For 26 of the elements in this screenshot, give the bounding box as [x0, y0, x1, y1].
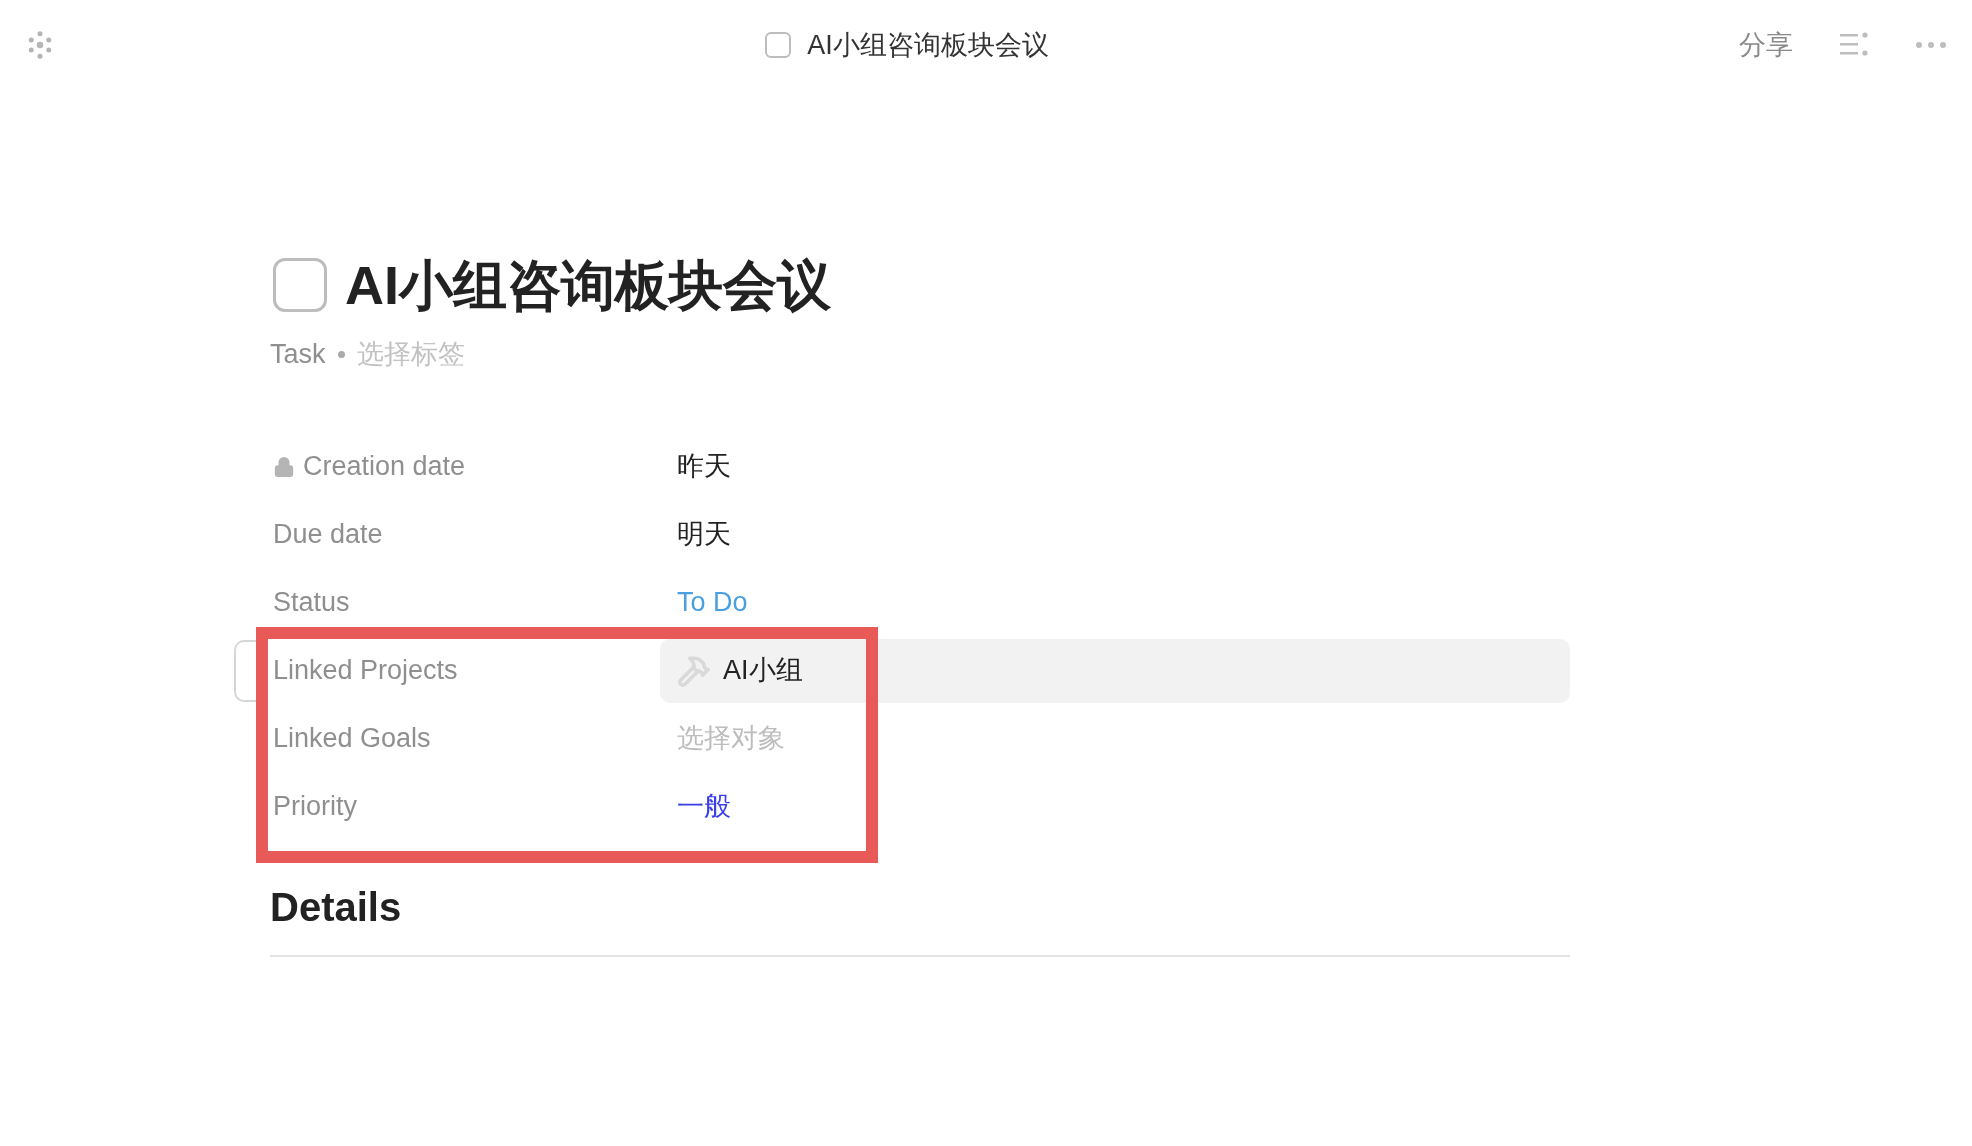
- property-label: Due date: [273, 518, 383, 552]
- checkbox[interactable]: [765, 32, 792, 58]
- hammer-icon: [677, 653, 711, 688]
- outline-icon[interactable]: [1839, 31, 1869, 59]
- property-label: Creation date: [303, 450, 466, 484]
- property-value-area[interactable]: AI小组: [660, 638, 1570, 703]
- property-label: Status: [273, 586, 350, 620]
- property-label: Linked Goals: [273, 722, 431, 756]
- property-value[interactable]: 明天: [677, 514, 731, 555]
- page-title: AI小组咨询板块会议: [807, 28, 1049, 62]
- property-label: Linked Projects: [273, 654, 458, 688]
- property-value[interactable]: 一般: [677, 786, 731, 827]
- task-title: AI小组咨询板块会议: [345, 258, 831, 312]
- property-label: Priority: [273, 790, 357, 824]
- checkbox[interactable]: [273, 258, 327, 312]
- drag-handle[interactable]: [234, 639, 256, 702]
- property-row[interactable]: Priority 一般: [270, 772, 1570, 841]
- task-type: Task: [270, 338, 326, 371]
- property-value[interactable]: 昨天: [677, 446, 731, 487]
- lock-icon: [273, 455, 295, 478]
- property-row[interactable]: Due date 明天: [270, 500, 1570, 569]
- share-button[interactable]: 分享: [1739, 24, 1793, 66]
- property-row[interactable]: Creation date 昨天: [270, 432, 1570, 501]
- section-heading: Details: [270, 883, 403, 931]
- more-icon[interactable]: [1915, 41, 1947, 49]
- property-value[interactable]: AI小组: [723, 650, 803, 691]
